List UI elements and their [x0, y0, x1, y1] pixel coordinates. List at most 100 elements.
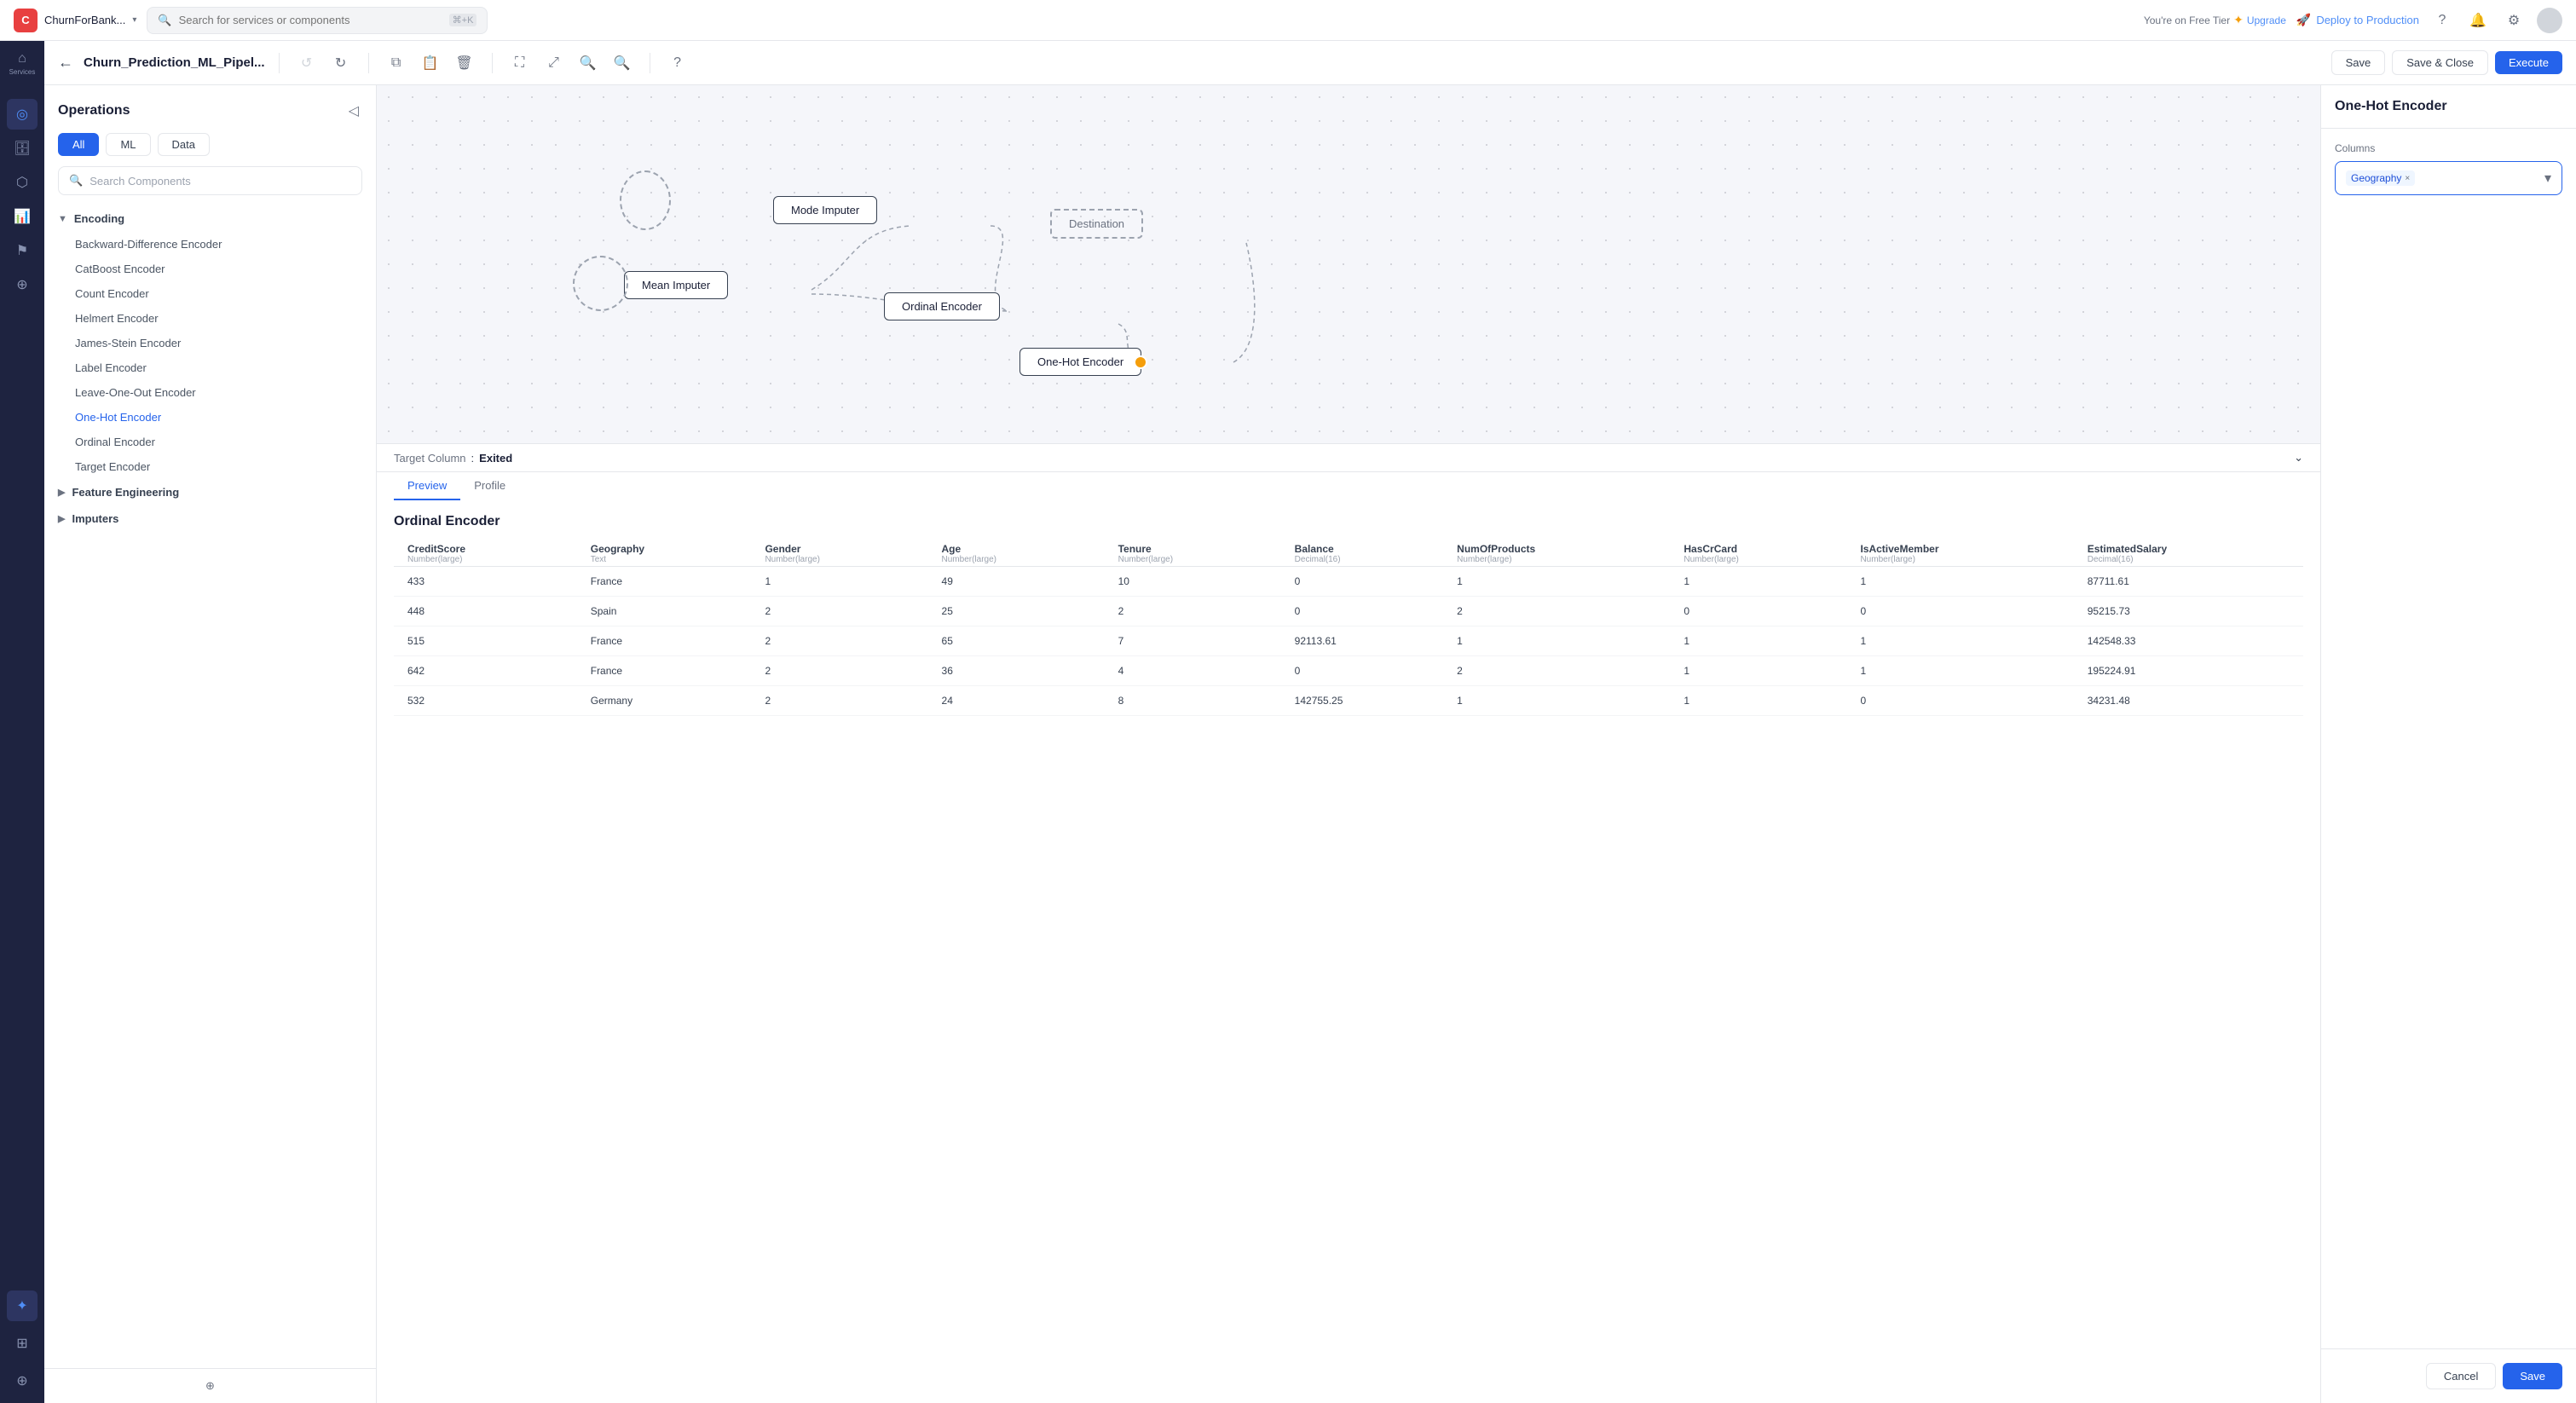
ordinal-encoder-node[interactable]: Ordinal Encoder [884, 292, 1000, 320]
preview-table-title: Ordinal Encoder [394, 514, 2303, 529]
target-column-label: Target Column [394, 452, 466, 465]
tab-ml[interactable]: ML [106, 133, 150, 156]
tab-profile[interactable]: Profile [460, 472, 519, 500]
op-target-encoder[interactable]: Target Encoder [58, 454, 362, 479]
collapse-sidebar-button[interactable]: ◁ [345, 99, 362, 123]
target-column-separator: : [471, 452, 475, 465]
op-leave-one-out-encoder[interactable]: Leave-One-Out Encoder [58, 380, 362, 405]
cell-4-1: Germany [577, 686, 752, 716]
delete-button[interactable]: 🗑 [451, 49, 478, 77]
cancel-button[interactable]: Cancel [2426, 1363, 2496, 1389]
save-button[interactable]: Save [2331, 50, 2386, 75]
user-avatar[interactable] [2537, 8, 2562, 33]
help-icon[interactable]: ? [2429, 8, 2455, 33]
cell-2-1: France [577, 626, 752, 656]
cell-0-7: 1 [1670, 567, 1846, 597]
zoom-out-button[interactable]: 🔍 [575, 49, 602, 77]
sidebar-icon-models[interactable]: ⬡ [7, 167, 38, 198]
preview-tabs: Preview Profile [377, 472, 2320, 500]
op-catboost-encoder[interactable]: CatBoost Encoder [58, 257, 362, 281]
tab-all[interactable]: All [58, 133, 99, 156]
imputers-label: Imputers [72, 512, 118, 525]
preview-tabs-wrapper: Preview Profile [377, 471, 2320, 500]
global-search-bar[interactable]: 🔍 ⌘+K [147, 7, 488, 34]
operations-title: Operations [58, 103, 130, 118]
sidebar-icon-home[interactable]: ⌂ Services [7, 48, 38, 78]
sidebar-icon-add[interactable]: ⊕ [7, 1365, 38, 1396]
fit-view-button[interactable]: ⛶ [506, 49, 534, 77]
toolbar-divider-1 [279, 53, 280, 73]
cell-0-8: 1 [1846, 567, 2073, 597]
cell-2-5: 92113.61 [1281, 626, 1443, 656]
sidebar-icon-projects[interactable]: ◎ [7, 99, 38, 130]
sidebar-icon-network[interactable]: ⊕ [7, 269, 38, 300]
cell-1-3: 25 [928, 597, 1105, 626]
pipeline-toolbar: ← Churn_Prediction_ML_Pipel... ↺ ↻ ⧉ 📋 🗑… [44, 41, 2576, 85]
op-james-stein-encoder[interactable]: James-Stein Encoder [58, 331, 362, 355]
project-dropdown[interactable]: ▾ [132, 15, 136, 25]
columns-field-label: Columns [2335, 142, 2562, 154]
global-search-input[interactable] [179, 14, 442, 26]
execute-button[interactable]: Execute [2495, 51, 2562, 74]
destination-node[interactable]: Destination [1050, 209, 1143, 239]
op-ordinal-encoder[interactable]: Ordinal Encoder [58, 430, 362, 454]
deploy-button[interactable]: 🚀 Deploy to Production [2296, 13, 2419, 27]
cell-1-7: 0 [1670, 597, 1846, 626]
duplicate-button[interactable]: ⧉ [383, 49, 410, 77]
tab-data[interactable]: Data [158, 133, 210, 156]
notification-icon[interactable]: 🔔 [2465, 8, 2491, 33]
copy-button[interactable]: 📋 [417, 49, 444, 77]
back-button[interactable]: ← [58, 54, 73, 72]
cell-3-7: 1 [1670, 656, 1846, 686]
sidebar-icon-analytics[interactable]: 📊 [7, 201, 38, 232]
zoom-in-button[interactable]: 🔍 [609, 49, 636, 77]
top-nav-left: C ChurnForBank... ▾ [14, 9, 136, 32]
filter-tabs: All ML Data [44, 123, 376, 166]
cell-2-7: 1 [1670, 626, 1846, 656]
one-hot-encoder-node[interactable]: One-Hot Encoder [1019, 348, 1141, 376]
op-one-hot-encoder[interactable]: One-Hot Encoder [58, 405, 362, 430]
column-select-arrow[interactable]: ▾ [2544, 170, 2551, 187]
settings-icon[interactable]: ⚙ [2501, 8, 2527, 33]
undo-button[interactable]: ↺ [293, 49, 321, 77]
right-panel-header: One-Hot Encoder [2321, 85, 2576, 129]
category-imputers[interactable]: ▶ Imputers [58, 505, 362, 532]
category-encoding[interactable]: ▼ Encoding [58, 205, 362, 232]
cell-1-0: 448 [394, 597, 577, 626]
column-select[interactable]: Geography × ▾ [2335, 161, 2562, 195]
sidebar-icon-flag[interactable]: ⚑ [7, 235, 38, 266]
imputers-chevron: ▶ [58, 513, 65, 524]
search-components-input[interactable] [90, 175, 351, 188]
redo-button[interactable]: ↻ [327, 49, 355, 77]
fullscreen-button[interactable]: ⤢ [540, 49, 568, 77]
op-helmert-encoder[interactable]: Helmert Encoder [58, 306, 362, 331]
col-geography: Geography Text [577, 540, 752, 567]
search-components-bar[interactable]: 🔍 [58, 166, 362, 195]
encoding-items: Backward-Difference Encoder CatBoost Enc… [58, 232, 362, 479]
tab-preview[interactable]: Preview [394, 472, 460, 500]
remove-geography-tag[interactable]: × [2405, 174, 2410, 183]
canvas-area: Mode Imputer Mean Imputer Ordinal Encode… [377, 85, 2320, 1403]
add-component-button[interactable]: ⊕ [44, 1368, 376, 1403]
mean-imputer-node[interactable]: Mean Imputer [624, 271, 728, 299]
node-status-dot [1134, 355, 1147, 369]
cell-0-2: 1 [751, 567, 927, 597]
sidebar-icon-pipeline-active[interactable]: ✦ [7, 1290, 38, 1321]
category-feature-engineering[interactable]: ▶ Feature Engineering [58, 479, 362, 505]
table-row: 448Spain2252020095215.73 [394, 597, 2303, 626]
op-label-encoder[interactable]: Label Encoder [58, 355, 362, 380]
table-body: 433France14910011187711.61448Spain225202… [394, 567, 2303, 716]
expand-bottom-panel[interactable]: ⌄ [2294, 451, 2303, 465]
op-count-encoder[interactable]: Count Encoder [58, 281, 362, 306]
operations-sidebar: Operations ◁ All ML Data 🔍 [44, 85, 377, 1403]
sidebar-icon-grid[interactable]: ⊞ [7, 1328, 38, 1359]
save-close-button[interactable]: Save & Close [2392, 50, 2488, 75]
help-button[interactable]: ? [664, 49, 691, 77]
free-tier-badge: You're on Free Tier ✦ Upgrade [2144, 13, 2286, 27]
op-backward-difference-encoder[interactable]: Backward-Difference Encoder [58, 232, 362, 257]
mode-imputer-node[interactable]: Mode Imputer [773, 196, 877, 224]
sidebar-icon-data[interactable]: 🗄 [7, 133, 38, 164]
upgrade-link[interactable]: Upgrade [2247, 14, 2286, 26]
pipeline-canvas[interactable]: Mode Imputer Mean Imputer Ordinal Encode… [377, 85, 2320, 443]
right-panel-save-button[interactable]: Save [2503, 1363, 2562, 1389]
